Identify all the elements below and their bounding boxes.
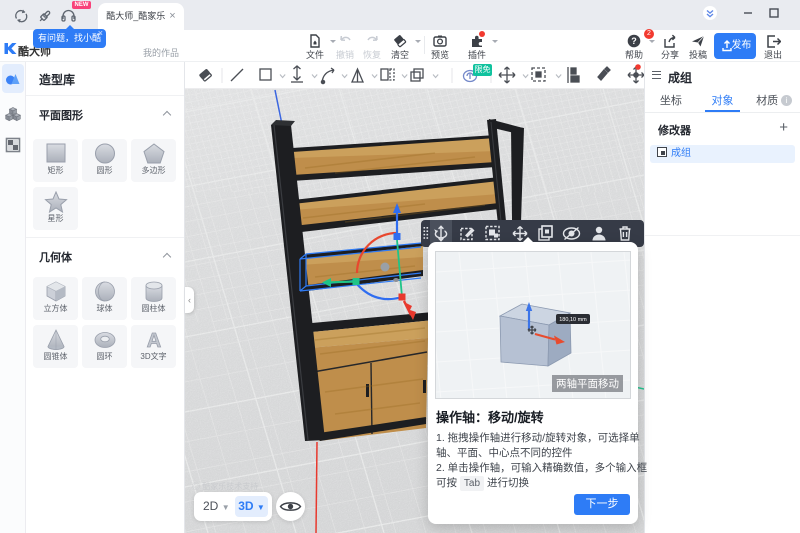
svg-text:A: A	[146, 330, 160, 351]
svg-text:180,10 mm: 180,10 mm	[559, 317, 587, 323]
svg-text:?: ?	[631, 36, 637, 46]
